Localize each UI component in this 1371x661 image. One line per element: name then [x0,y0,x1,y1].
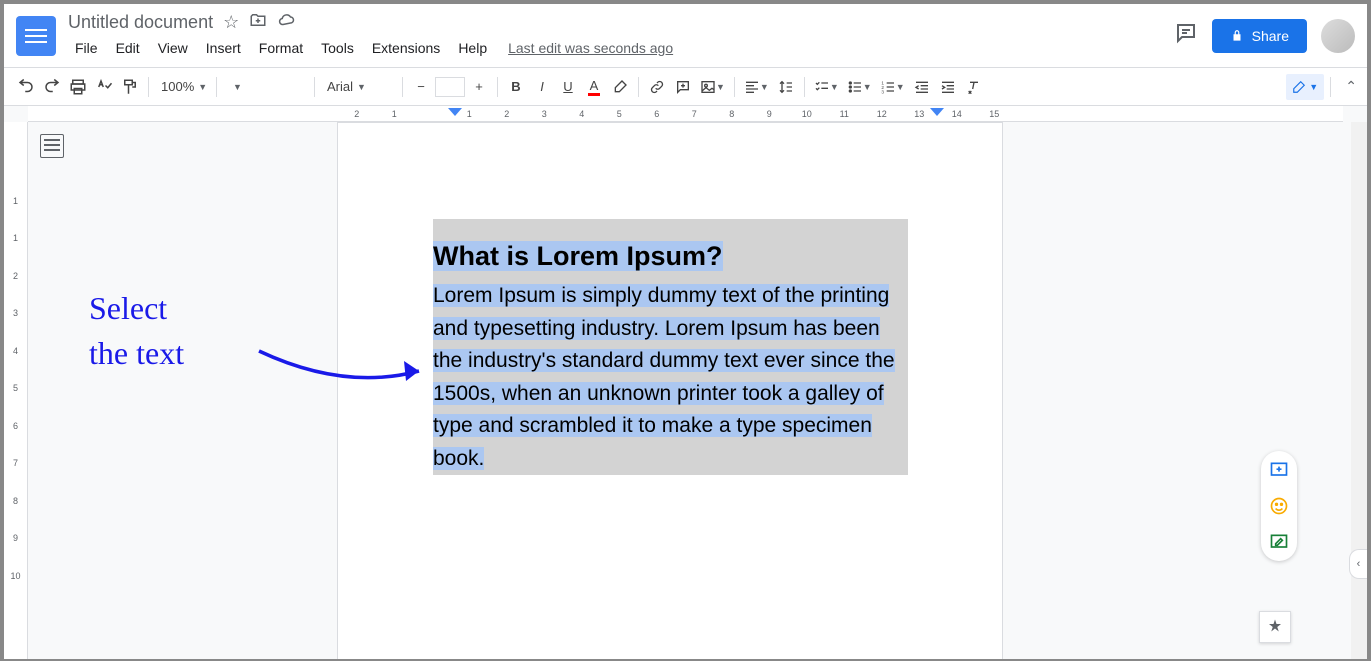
emoji-react-icon[interactable] [1268,495,1290,517]
toolbar: 100%▼ ▼ Arial▼ − + B I U A ▼ ▼ ▼ ▼ 123▼ … [4,68,1367,106]
document-body[interactable]: Lorem Ipsum is simply dummy text of the … [433,284,895,470]
share-label: Share [1252,28,1289,44]
menu-insert[interactable]: Insert [199,36,248,60]
lock-icon [1230,29,1244,43]
italic-button[interactable]: I [530,74,554,100]
move-icon[interactable] [249,11,267,34]
menu-file[interactable]: File [68,36,105,60]
indent-marker-icon[interactable] [448,108,462,120]
text-color-button[interactable]: A [582,74,606,100]
line-spacing-button[interactable] [774,74,798,100]
document-heading[interactable]: What is Lorem Ipsum? [433,241,723,271]
outline-toggle-icon[interactable] [40,134,64,158]
annotation-arrow-icon [254,341,434,401]
spellcheck-button[interactable] [92,74,116,100]
clear-formatting-button[interactable] [962,74,986,100]
link-button[interactable] [645,74,669,100]
add-comment-float-icon[interactable] [1268,459,1290,481]
header-right: Share [1174,19,1355,53]
document-page[interactable]: What is Lorem Ipsum? Lorem Ipsum is simp… [337,122,1003,659]
print-button[interactable] [66,74,90,100]
selected-text-block[interactable]: What is Lorem Ipsum? Lorem Ipsum is simp… [433,219,908,475]
menu-tools[interactable]: Tools [314,36,361,60]
bullet-list-button[interactable]: ▼ [844,74,875,100]
zoom-select[interactable]: 100%▼ [155,74,210,100]
menu-extensions[interactable]: Extensions [365,36,447,60]
docs-logo[interactable] [16,16,56,56]
decrease-indent-button[interactable] [910,74,934,100]
user-avatar[interactable] [1321,19,1355,53]
checklist-button[interactable]: ▼ [811,74,842,100]
share-button[interactable]: Share [1212,19,1307,53]
workspace: 2 1 1 2 3 4 5 6 7 8 9 10 11 12 13 14 15 … [4,106,1367,659]
menu-format[interactable]: Format [252,36,310,60]
comment-history-icon[interactable] [1174,21,1198,51]
horizontal-ruler[interactable]: 2 1 1 2 3 4 5 6 7 8 9 10 11 12 13 14 15 [28,106,1343,122]
vertical-ruler[interactable]: 1 1 2 3 4 5 6 7 8 9 10 [4,122,28,659]
hide-menus-button[interactable]: ⌃ [1345,78,1357,95]
redo-button[interactable] [40,74,64,100]
explore-button[interactable] [1259,611,1291,643]
star-icon[interactable]: ☆ [223,12,239,33]
increase-indent-button[interactable] [936,74,960,100]
add-comment-button[interactable] [671,74,695,100]
align-button[interactable]: ▼ [741,74,772,100]
font-size-increase[interactable]: + [467,74,491,100]
floating-tools [1261,451,1297,561]
insert-image-button[interactable]: ▼ [697,74,728,100]
font-select[interactable]: Arial▼ [321,74,396,100]
menu-view[interactable]: View [151,36,195,60]
cloud-icon[interactable] [277,11,295,34]
annotation-text: Select the text [89,286,184,376]
title-area: Untitled document ☆ File Edit View Inser… [68,11,1174,60]
right-indent-marker-icon[interactable] [930,108,944,120]
undo-button[interactable] [14,74,38,100]
document-title[interactable]: Untitled document [68,12,213,33]
highlight-button[interactable] [608,74,632,100]
menu-help[interactable]: Help [451,36,494,60]
suggest-edits-icon[interactable] [1268,531,1290,553]
svg-text:3: 3 [881,89,884,94]
bold-button[interactable]: B [504,74,528,100]
menu-bar: File Edit View Insert Format Tools Exten… [68,36,1174,60]
paint-format-button[interactable] [118,74,142,100]
header-bar: Untitled document ☆ File Edit View Inser… [4,4,1367,68]
font-size-input[interactable] [435,77,465,97]
numbered-list-button[interactable]: 123▼ [877,74,908,100]
last-edit-link[interactable]: Last edit was seconds ago [508,40,673,56]
side-panel-toggle[interactable]: ‹ [1349,549,1367,579]
font-size-decrease[interactable]: − [409,74,433,100]
underline-button[interactable]: U [556,74,580,100]
menu-edit[interactable]: Edit [109,36,147,60]
editing-mode-button[interactable]: ▼ [1286,74,1324,100]
style-select[interactable]: ▼ [223,74,308,100]
